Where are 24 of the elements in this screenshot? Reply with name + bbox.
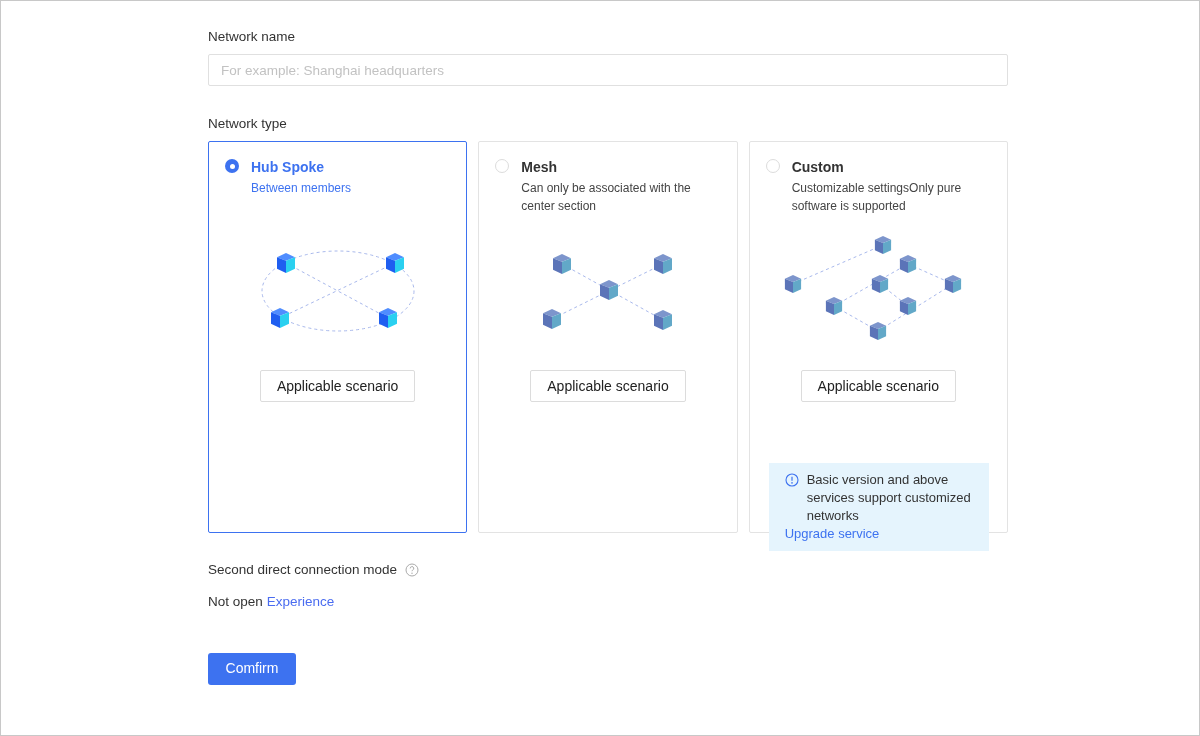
option-title: Custom	[791, 158, 845, 176]
field-label: Network name	[208, 28, 297, 46]
notice-text: Basic version and above services support customized networks	[806, 471, 972, 525]
network-type-card[interactable]: Hub Spoke Between members Applicable scenario	[208, 141, 468, 533]
info-icon	[784, 473, 799, 487]
option-title: Hub Spoke	[251, 158, 326, 176]
option-description: Customizable settingsOnly pure software is supported	[791, 180, 963, 215]
help-icon[interactable]	[405, 563, 420, 578]
status-text: Not open	[208, 593, 263, 612]
option-description: Between members	[251, 180, 352, 197]
network-name-field[interactable]: For example: Shanghai headquarters	[208, 54, 1008, 86]
radio-button[interactable]	[225, 159, 239, 173]
network-type-card[interactable]: Mesh Can only be associated with the center section Applicable scenario	[478, 141, 738, 533]
applicable-scenario-button[interactable]: Applicable scenario	[530, 370, 686, 402]
applicable-scenario-button[interactable]: Applicable scenario	[800, 370, 956, 402]
option-description: Can only be associated with the center section	[521, 180, 692, 215]
field-label: Network type	[208, 115, 288, 133]
radio-button[interactable]	[765, 159, 780, 173]
experience-link[interactable]: Experience	[266, 592, 335, 613]
confirm-button[interactable]: Comfirm	[208, 652, 296, 685]
option-title: Mesh	[521, 158, 559, 176]
applicable-scenario-button[interactable]: Applicable scenario	[259, 370, 416, 402]
field-label: Second direct connection mode	[208, 561, 398, 579]
radio-button[interactable]	[495, 159, 510, 173]
